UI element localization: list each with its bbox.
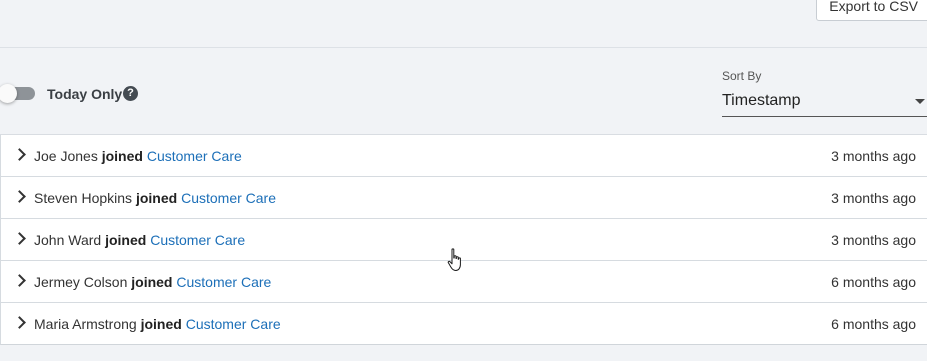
chevron-right-icon[interactable] [13, 148, 26, 161]
member-name: Joe Jones [34, 148, 98, 164]
activity-time: 6 months ago [831, 274, 916, 290]
activity-time: 3 months ago [831, 232, 916, 248]
activity-text: Jermey Colson joined Customer Care [34, 274, 271, 290]
team-link[interactable]: Customer Care [181, 190, 276, 206]
sort-by-value: Timestamp [722, 92, 801, 109]
top-toolbar: Export to CSV [0, 0, 927, 48]
sort-by-select[interactable]: Timestamp [722, 89, 927, 117]
member-name: Jermey Colson [34, 274, 128, 290]
activity-text: Steven Hopkins joined Customer Care [34, 190, 276, 206]
team-link[interactable]: Customer Care [186, 316, 281, 332]
today-only-toggle[interactable] [0, 84, 35, 103]
activity-time: 3 months ago [831, 148, 916, 164]
activity-text: John Ward joined Customer Care [34, 232, 245, 248]
activity-row[interactable]: Joe Jones joined Customer Care 3 months … [0, 135, 927, 177]
caret-down-icon [915, 99, 925, 104]
member-name: John Ward [34, 232, 102, 248]
help-icon[interactable]: ? [123, 86, 138, 101]
activity-time: 3 months ago [831, 190, 916, 206]
team-link[interactable]: Customer Care [150, 232, 245, 248]
activity-verb: joined [140, 316, 182, 332]
member-name: Steven Hopkins [34, 190, 133, 206]
toggle-knob[interactable] [0, 84, 17, 103]
chevron-right-icon[interactable] [13, 316, 26, 329]
activity-time: 6 months ago [831, 316, 916, 332]
activity-verb: joined [105, 232, 147, 248]
today-only-label: Today Only [47, 86, 123, 102]
team-link[interactable]: Customer Care [176, 274, 271, 290]
chevron-right-icon[interactable] [13, 232, 26, 245]
chevron-right-icon[interactable] [13, 190, 26, 203]
activity-verb: joined [135, 190, 178, 206]
activity-verb: joined [131, 274, 173, 290]
activity-row[interactable]: Steven Hopkins joined Customer Care 3 mo… [0, 177, 927, 219]
team-link[interactable]: Customer Care [147, 148, 242, 164]
member-name: Maria Armstrong [34, 316, 137, 332]
activity-verb: joined [101, 148, 143, 164]
activity-list: Joe Jones joined Customer Care 3 months … [0, 134, 927, 345]
chevron-right-icon[interactable] [13, 274, 26, 287]
sort-by-label: Sort By [722, 69, 762, 83]
activity-row[interactable]: Maria Armstrong joined Customer Care 6 m… [0, 303, 927, 345]
activity-text: Maria Armstrong joined Customer Care [34, 316, 281, 332]
hand-pointer-icon [447, 248, 461, 271]
export-csv-button[interactable]: Export to CSV [816, 0, 927, 21]
activity-text: Joe Jones joined Customer Care [34, 148, 242, 164]
